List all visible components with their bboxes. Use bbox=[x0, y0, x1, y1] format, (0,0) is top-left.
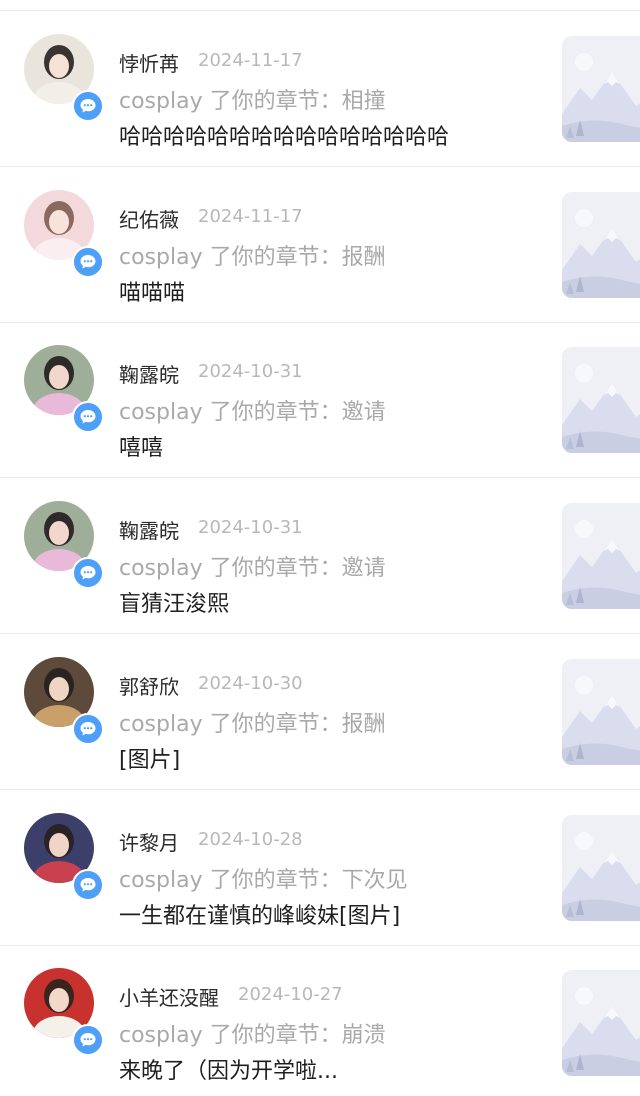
chapter-thumbnail[interactable] bbox=[562, 659, 640, 765]
comment-date: 2024-10-28 bbox=[198, 829, 303, 850]
notification-list: 悖忻苒 2024-11-17 cosplay 了你的章节：相撞 哈哈哈哈哈哈哈哈… bbox=[0, 0, 640, 1096]
notification-item[interactable]: 悖忻苒 2024-11-17 cosplay 了你的章节：相撞 哈哈哈哈哈哈哈哈… bbox=[0, 12, 640, 167]
user-name[interactable]: 郭舒欣 bbox=[119, 671, 179, 700]
mountain-placeholder-icon bbox=[562, 815, 640, 921]
comment-badge bbox=[72, 1024, 104, 1056]
comment-bubble-icon bbox=[80, 1033, 96, 1047]
comment-text[interactable]: 来晚了（因为开学啦... bbox=[119, 1053, 338, 1085]
comment-badge bbox=[72, 246, 104, 278]
comment-text[interactable]: 喵喵喵 bbox=[119, 275, 185, 307]
comment-text[interactable]: 盲猜汪浚熙 bbox=[119, 586, 229, 618]
comment-badge bbox=[72, 869, 104, 901]
avatar-group[interactable] bbox=[24, 190, 104, 280]
comment-text[interactable]: [图片] bbox=[119, 742, 180, 774]
activity-text: cosplay 了你的章节：报酬 bbox=[119, 712, 386, 737]
chapter-thumbnail[interactable] bbox=[562, 36, 640, 142]
user-name[interactable]: 纪佑薇 bbox=[119, 204, 179, 233]
comment-badge bbox=[72, 90, 104, 122]
item-divider bbox=[0, 633, 640, 634]
comment-date: 2024-10-31 bbox=[198, 517, 303, 538]
activity-text: cosplay 了你的章节：下次见 bbox=[119, 868, 408, 893]
chapter-thumbnail[interactable] bbox=[562, 347, 640, 453]
chapter-thumbnail[interactable] bbox=[562, 815, 640, 921]
mountain-placeholder-icon bbox=[562, 503, 640, 609]
item-divider bbox=[0, 477, 640, 478]
user-name[interactable]: 许黎月 bbox=[119, 827, 179, 856]
comment-date: 2024-11-17 bbox=[198, 50, 303, 71]
comment-date: 2024-11-17 bbox=[198, 206, 303, 227]
chapter-thumbnail[interactable] bbox=[562, 970, 640, 1076]
item-divider bbox=[0, 789, 640, 790]
comment-bubble-icon bbox=[80, 722, 96, 736]
user-name[interactable]: 小羊还没醒 bbox=[119, 982, 219, 1011]
user-name[interactable]: 鞠露皖 bbox=[119, 359, 179, 388]
activity-text: cosplay 了你的章节：邀请 bbox=[119, 400, 386, 425]
activity-text: cosplay 了你的章节：崩溃 bbox=[119, 1023, 386, 1048]
top-divider bbox=[0, 10, 640, 11]
notification-item[interactable]: 鞠露皖 2024-10-31 cosplay 了你的章节：邀请 嘻嘻 bbox=[0, 323, 640, 478]
comment-badge bbox=[72, 401, 104, 433]
notification-item[interactable]: 郭舒欣 2024-10-30 cosplay 了你的章节：报酬 [图片] bbox=[0, 635, 640, 790]
notification-item[interactable]: 鞠露皖 2024-10-31 cosplay 了你的章节：邀请 盲猜汪浚熙 bbox=[0, 479, 640, 634]
activity-text: cosplay 了你的章节：报酬 bbox=[119, 245, 386, 270]
chapter-thumbnail[interactable] bbox=[562, 503, 640, 609]
mountain-placeholder-icon bbox=[562, 36, 640, 142]
comment-text[interactable]: 嘻嘻 bbox=[119, 430, 163, 462]
comment-date: 2024-10-31 bbox=[198, 361, 303, 382]
comment-bubble-icon bbox=[80, 255, 96, 269]
user-name[interactable]: 悖忻苒 bbox=[119, 48, 179, 77]
avatar-group[interactable] bbox=[24, 968, 104, 1058]
comment-bubble-icon bbox=[80, 410, 96, 424]
comment-bubble-icon bbox=[80, 99, 96, 113]
mountain-placeholder-icon bbox=[562, 659, 640, 765]
avatar-group[interactable] bbox=[24, 657, 104, 747]
mountain-placeholder-icon bbox=[562, 192, 640, 298]
activity-text: cosplay 了你的章节：相撞 bbox=[119, 89, 386, 114]
avatar-group[interactable] bbox=[24, 34, 104, 124]
notification-item[interactable]: 小羊还没醒 2024-10-27 cosplay 了你的章节：崩溃 来晚了（因为… bbox=[0, 946, 640, 1096]
comment-bubble-icon bbox=[80, 878, 96, 892]
user-name[interactable]: 鞠露皖 bbox=[119, 515, 179, 544]
chapter-thumbnail[interactable] bbox=[562, 192, 640, 298]
comment-date: 2024-10-30 bbox=[198, 673, 303, 694]
activity-text: cosplay 了你的章节：邀请 bbox=[119, 556, 386, 581]
comment-date: 2024-10-27 bbox=[238, 984, 343, 1005]
mountain-placeholder-icon bbox=[562, 970, 640, 1076]
comment-badge bbox=[72, 557, 104, 589]
notification-item[interactable]: 许黎月 2024-10-28 cosplay 了你的章节：下次见 一生都在谨慎的… bbox=[0, 791, 640, 946]
comment-text[interactable]: 一生都在谨慎的峰峻妹[图片] bbox=[119, 898, 400, 930]
notification-item[interactable]: 纪佑薇 2024-11-17 cosplay 了你的章节：报酬 喵喵喵 bbox=[0, 168, 640, 323]
avatar-group[interactable] bbox=[24, 813, 104, 903]
avatar-group[interactable] bbox=[24, 501, 104, 591]
comment-bubble-icon bbox=[80, 566, 96, 580]
mountain-placeholder-icon bbox=[562, 347, 640, 453]
comment-text[interactable]: 哈哈哈哈哈哈哈哈哈哈哈哈哈哈哈 bbox=[119, 119, 449, 151]
item-divider bbox=[0, 166, 640, 167]
comment-badge bbox=[72, 713, 104, 745]
avatar-group[interactable] bbox=[24, 345, 104, 435]
